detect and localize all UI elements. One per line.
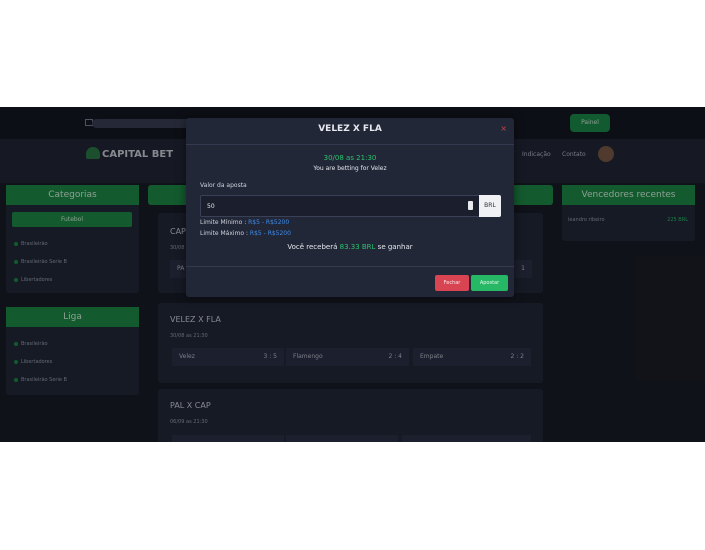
modal-title: VELEZ X FLA	[318, 124, 382, 134]
modal-header: VELEZ X FLA ×	[186, 118, 514, 145]
match-datetime: 30/08 as 21:30	[323, 154, 377, 162]
limit-maximo: Limite Máximo : R$5 - R$5200	[200, 230, 291, 237]
modal-footer-divider	[186, 266, 514, 267]
bet-amount-input[interactable]	[205, 198, 459, 214]
bet-amount-label: Valor da aposta	[200, 182, 247, 189]
currency-addon: BRL	[479, 195, 501, 217]
close-icon[interactable]: ×	[500, 124, 507, 133]
apostar-button[interactable]: Apostar	[471, 275, 508, 291]
fechar-button[interactable]: Fechar	[435, 275, 469, 291]
bet-amount-field-wrapper	[200, 195, 480, 217]
potential-winnings: Você receberá 83.33 BRL se ganhar	[287, 243, 413, 251]
limit-minimo: Limite Mínimo : R$5 - R$5200	[200, 219, 290, 226]
bet-modal: VELEZ X FLA × 30/08 as 21:30 You are bet…	[186, 118, 514, 297]
number-stepper-icon[interactable]	[468, 201, 473, 210]
betting-for-text: You are betting for Velez	[313, 165, 387, 172]
